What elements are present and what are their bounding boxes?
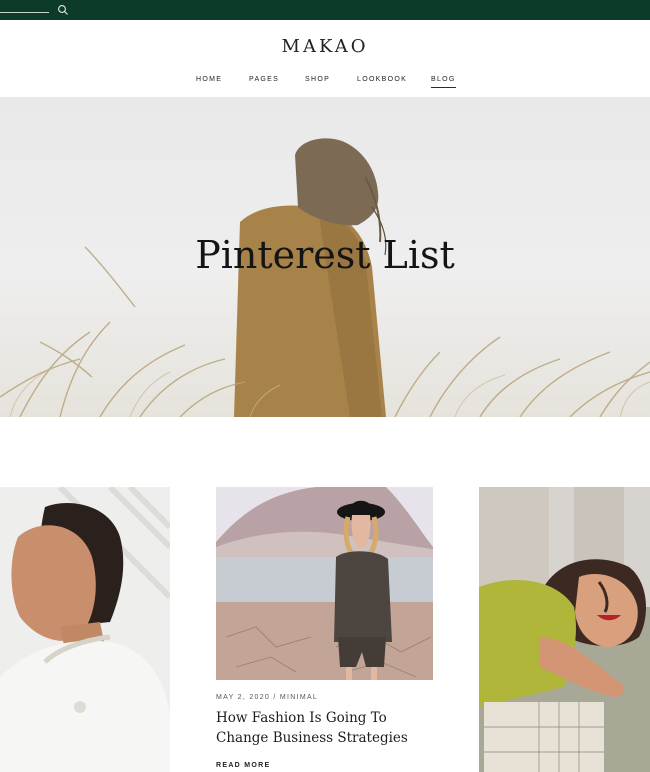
search-icon[interactable] bbox=[57, 4, 69, 16]
nav-lookbook[interactable]: LOOKBOOK bbox=[357, 76, 407, 83]
main-nav: HOME PAGES SHOP LOOKBOOK BLOG bbox=[0, 76, 650, 90]
post-image-right[interactable] bbox=[479, 487, 650, 772]
nav-blog[interactable]: BLOG bbox=[431, 76, 456, 88]
nav-pages[interactable]: PAGES bbox=[249, 76, 279, 83]
post-image-left[interactable] bbox=[0, 487, 170, 772]
nav-shop[interactable]: SHOP bbox=[305, 76, 330, 83]
site-header: MAKAO HOME PAGES SHOP LOOKBOOK BLOG bbox=[0, 20, 650, 97]
post-title[interactable]: How Fashion Is Going To Change Business … bbox=[216, 708, 436, 748]
nav-home[interactable]: HOME bbox=[196, 76, 222, 83]
hero-title: Pinterest List bbox=[195, 233, 455, 277]
post-image-featured[interactable] bbox=[216, 487, 433, 680]
site-logo[interactable]: MAKAO bbox=[0, 36, 650, 57]
top-bar bbox=[0, 0, 650, 20]
post-meta: MAY 2, 2020 / MINIMAL bbox=[216, 694, 319, 701]
read-more-link[interactable]: READ MORE bbox=[216, 762, 270, 769]
search-input[interactable] bbox=[0, 12, 49, 13]
hero-banner: Pinterest List bbox=[0, 97, 650, 417]
